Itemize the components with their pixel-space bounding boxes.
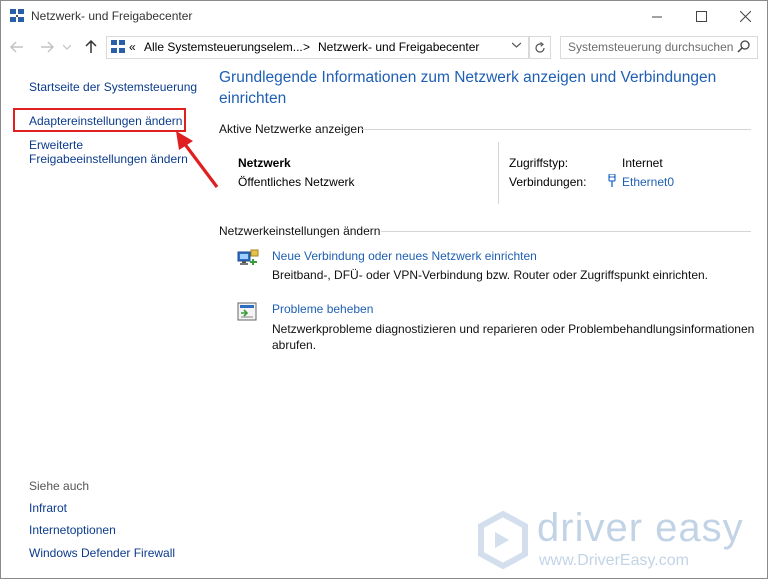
- network-center-icon: [10, 9, 24, 22]
- back-button[interactable]: [7, 37, 27, 57]
- breadcrumb-all-items[interactable]: Alle Systemsteuerungselem...: [144, 40, 303, 54]
- watermark-url: www.DriverEasy.com: [539, 552, 689, 569]
- active-networks-heading: Aktive Netzwerke anzeigen: [219, 122, 364, 136]
- troubleshoot-link[interactable]: Probleme beheben: [272, 302, 373, 316]
- minimize-button[interactable]: [635, 1, 679, 31]
- sidebar-firewall-link[interactable]: Windows Defender Firewall: [29, 546, 175, 560]
- divider: [381, 231, 751, 232]
- sidebar-internet-options-link[interactable]: Internetoptionen: [29, 523, 116, 537]
- new-connection-link[interactable]: Neue Verbindung oder neues Netzwerk einr…: [272, 249, 537, 263]
- connections-label: Verbindungen:: [509, 175, 587, 189]
- access-type-label: Zugriffstyp:: [509, 156, 569, 170]
- access-type-value: Internet: [622, 156, 663, 170]
- chevron-down-icon: [63, 44, 71, 50]
- sidebar-infrared-link[interactable]: Infrarot: [29, 501, 67, 515]
- divider: [498, 142, 499, 204]
- refresh-icon: [535, 41, 545, 53]
- refresh-button[interactable]: [529, 36, 551, 59]
- search-box[interactable]: Systemsteuerung durchsuchen: [560, 36, 758, 59]
- address-bar[interactable]: « Alle Systemsteuerungselem... > Netzwer…: [106, 36, 529, 59]
- breadcrumb-separator[interactable]: >: [303, 40, 310, 54]
- search-input[interactable]: Systemsteuerung durchsuchen: [568, 40, 733, 54]
- window-title: Netzwerk- und Freigabecenter: [31, 9, 193, 23]
- ethernet-connection-link[interactable]: Ethernet0: [622, 175, 674, 189]
- new-connection-description: Breitband-, DFÜ- oder VPN-Verbindung bzw…: [272, 268, 708, 282]
- recent-locations-button[interactable]: [61, 37, 73, 57]
- chevron-down-icon: [511, 42, 522, 48]
- up-button[interactable]: [81, 37, 101, 57]
- ethernet-icon: [608, 174, 616, 187]
- network-name: Netzwerk: [238, 156, 291, 170]
- arrow-right-icon: [41, 41, 54, 53]
- minimize-icon: [651, 16, 662, 17]
- see-also-heading: Siehe auch: [29, 479, 90, 493]
- arrow-up-icon: [85, 40, 97, 53]
- divider: [361, 129, 751, 130]
- close-button[interactable]: [723, 1, 767, 31]
- breadcrumb-chevrons[interactable]: «: [129, 40, 136, 54]
- sidebar-home-link[interactable]: Startseite der Systemsteuerung: [29, 80, 197, 94]
- page-title-line1: Grundlegende Informationen zum Netzwerk …: [219, 69, 717, 86]
- new-connection-icon: [237, 249, 259, 265]
- page-title-line2: einrichten: [219, 90, 287, 107]
- red-arrow-annotation: [176, 131, 219, 188]
- watermark-brand: driver easy: [537, 506, 744, 550]
- maximize-icon: [695, 10, 707, 22]
- troubleshoot-description-line1: Netzwerkprobleme diagnostizieren und rep…: [272, 322, 755, 336]
- maximize-button[interactable]: [679, 1, 723, 31]
- sidebar-advanced-sharing-link-line2[interactable]: Freigabeeinstellungen ändern: [29, 152, 188, 166]
- troubleshoot-description-line2: abrufen.: [272, 338, 317, 352]
- sidebar-adapter-settings-link[interactable]: Adaptereinstellungen ändern: [29, 114, 182, 128]
- breadcrumb-network-center[interactable]: Netzwerk- und Freigabecenter: [318, 40, 479, 54]
- control-panel-icon: [111, 40, 125, 53]
- sidebar-advanced-sharing-link-line1[interactable]: Erweiterte: [29, 138, 83, 152]
- troubleshoot-icon: [237, 302, 257, 321]
- navigation-bar: « Alle Systemsteuerungselem... > Netzwer…: [1, 34, 767, 60]
- title-bar: Netzwerk- und Freigabecenter: [1, 1, 767, 31]
- page-title: Grundlegende Informationen zum Netzwerk …: [219, 67, 739, 109]
- window: Netzwerk- und Freigabecenter « Alle Syst…: [0, 0, 768, 579]
- change-settings-heading: Netzwerkeinstellungen ändern: [219, 224, 381, 238]
- search-icon[interactable]: [737, 39, 751, 53]
- forward-button[interactable]: [37, 37, 57, 57]
- close-icon: [739, 10, 751, 22]
- arrow-left-icon: [10, 41, 23, 53]
- network-type: Öffentliches Netzwerk: [238, 175, 355, 189]
- address-dropdown-button[interactable]: [511, 40, 522, 51]
